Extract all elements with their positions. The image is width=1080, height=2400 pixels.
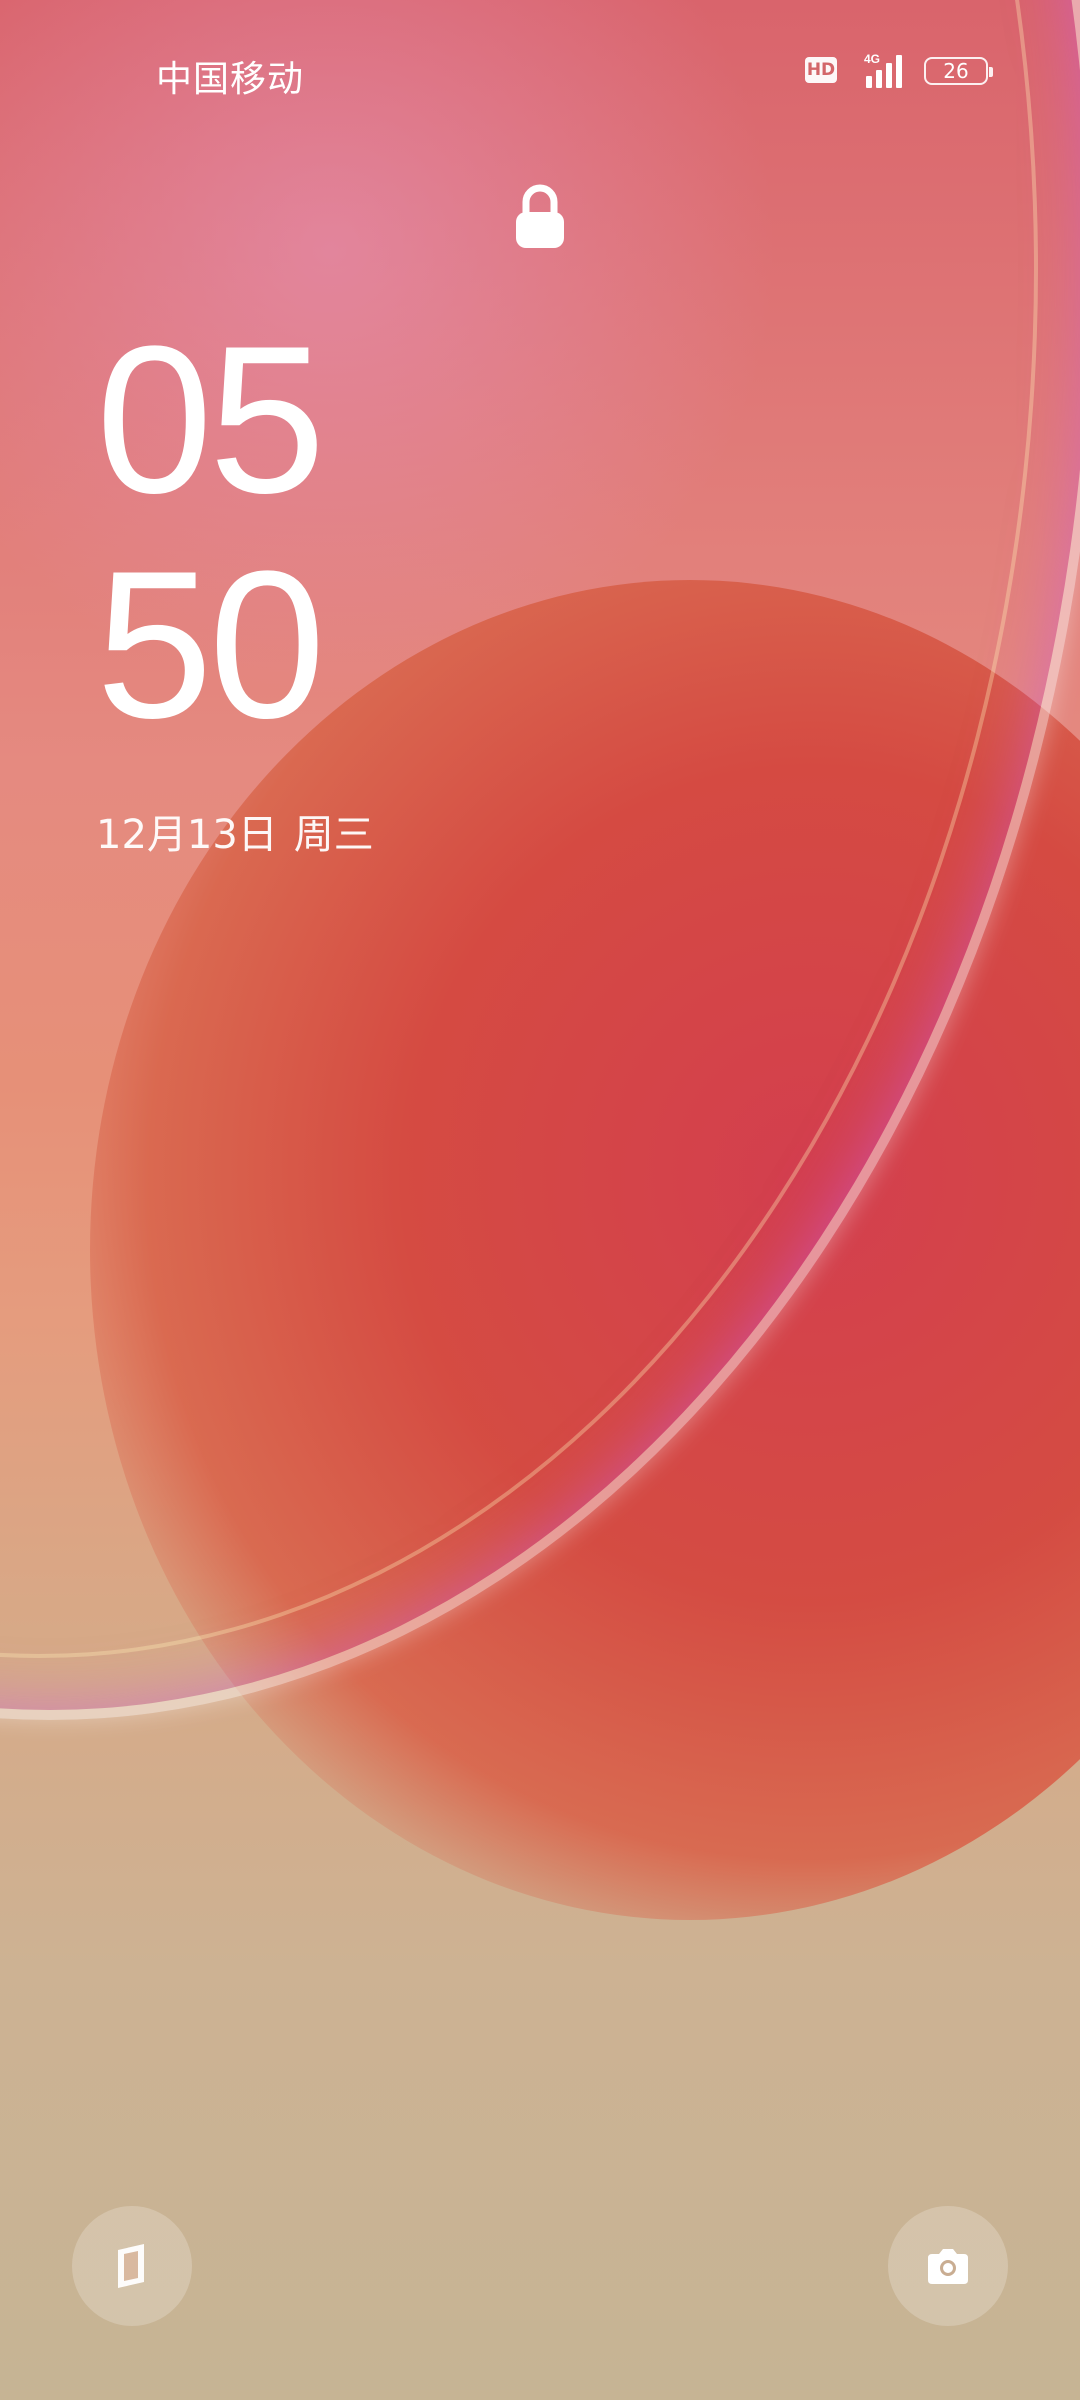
camera-shortcut-button[interactable] <box>888 2206 1008 2326</box>
weekday-text: 周三 <box>293 812 374 858</box>
lock-icon <box>516 184 564 248</box>
battery-cap <box>989 67 993 77</box>
battery-indicator: 26 <box>924 57 993 85</box>
camera-icon <box>928 2249 968 2284</box>
carrier-name: 中国移动 <box>156 59 305 100</box>
cellular-signal-icon: 4G <box>864 52 902 88</box>
wallet-shortcut-button[interactable] <box>72 2206 192 2326</box>
clock-hour: 05 <box>96 302 326 537</box>
battery-level: 26 <box>943 59 969 83</box>
wallet-icon <box>118 2244 144 2288</box>
hd-badge: HD <box>805 57 837 83</box>
date-text: 12月13日 <box>96 812 278 858</box>
clock-minute: 50 <box>96 527 326 762</box>
date-display: 12月13日 周三 <box>96 802 374 860</box>
network-type-label: 4G <box>864 52 880 66</box>
status-bar: 中国移动 HD 4G 26 <box>0 40 1080 104</box>
